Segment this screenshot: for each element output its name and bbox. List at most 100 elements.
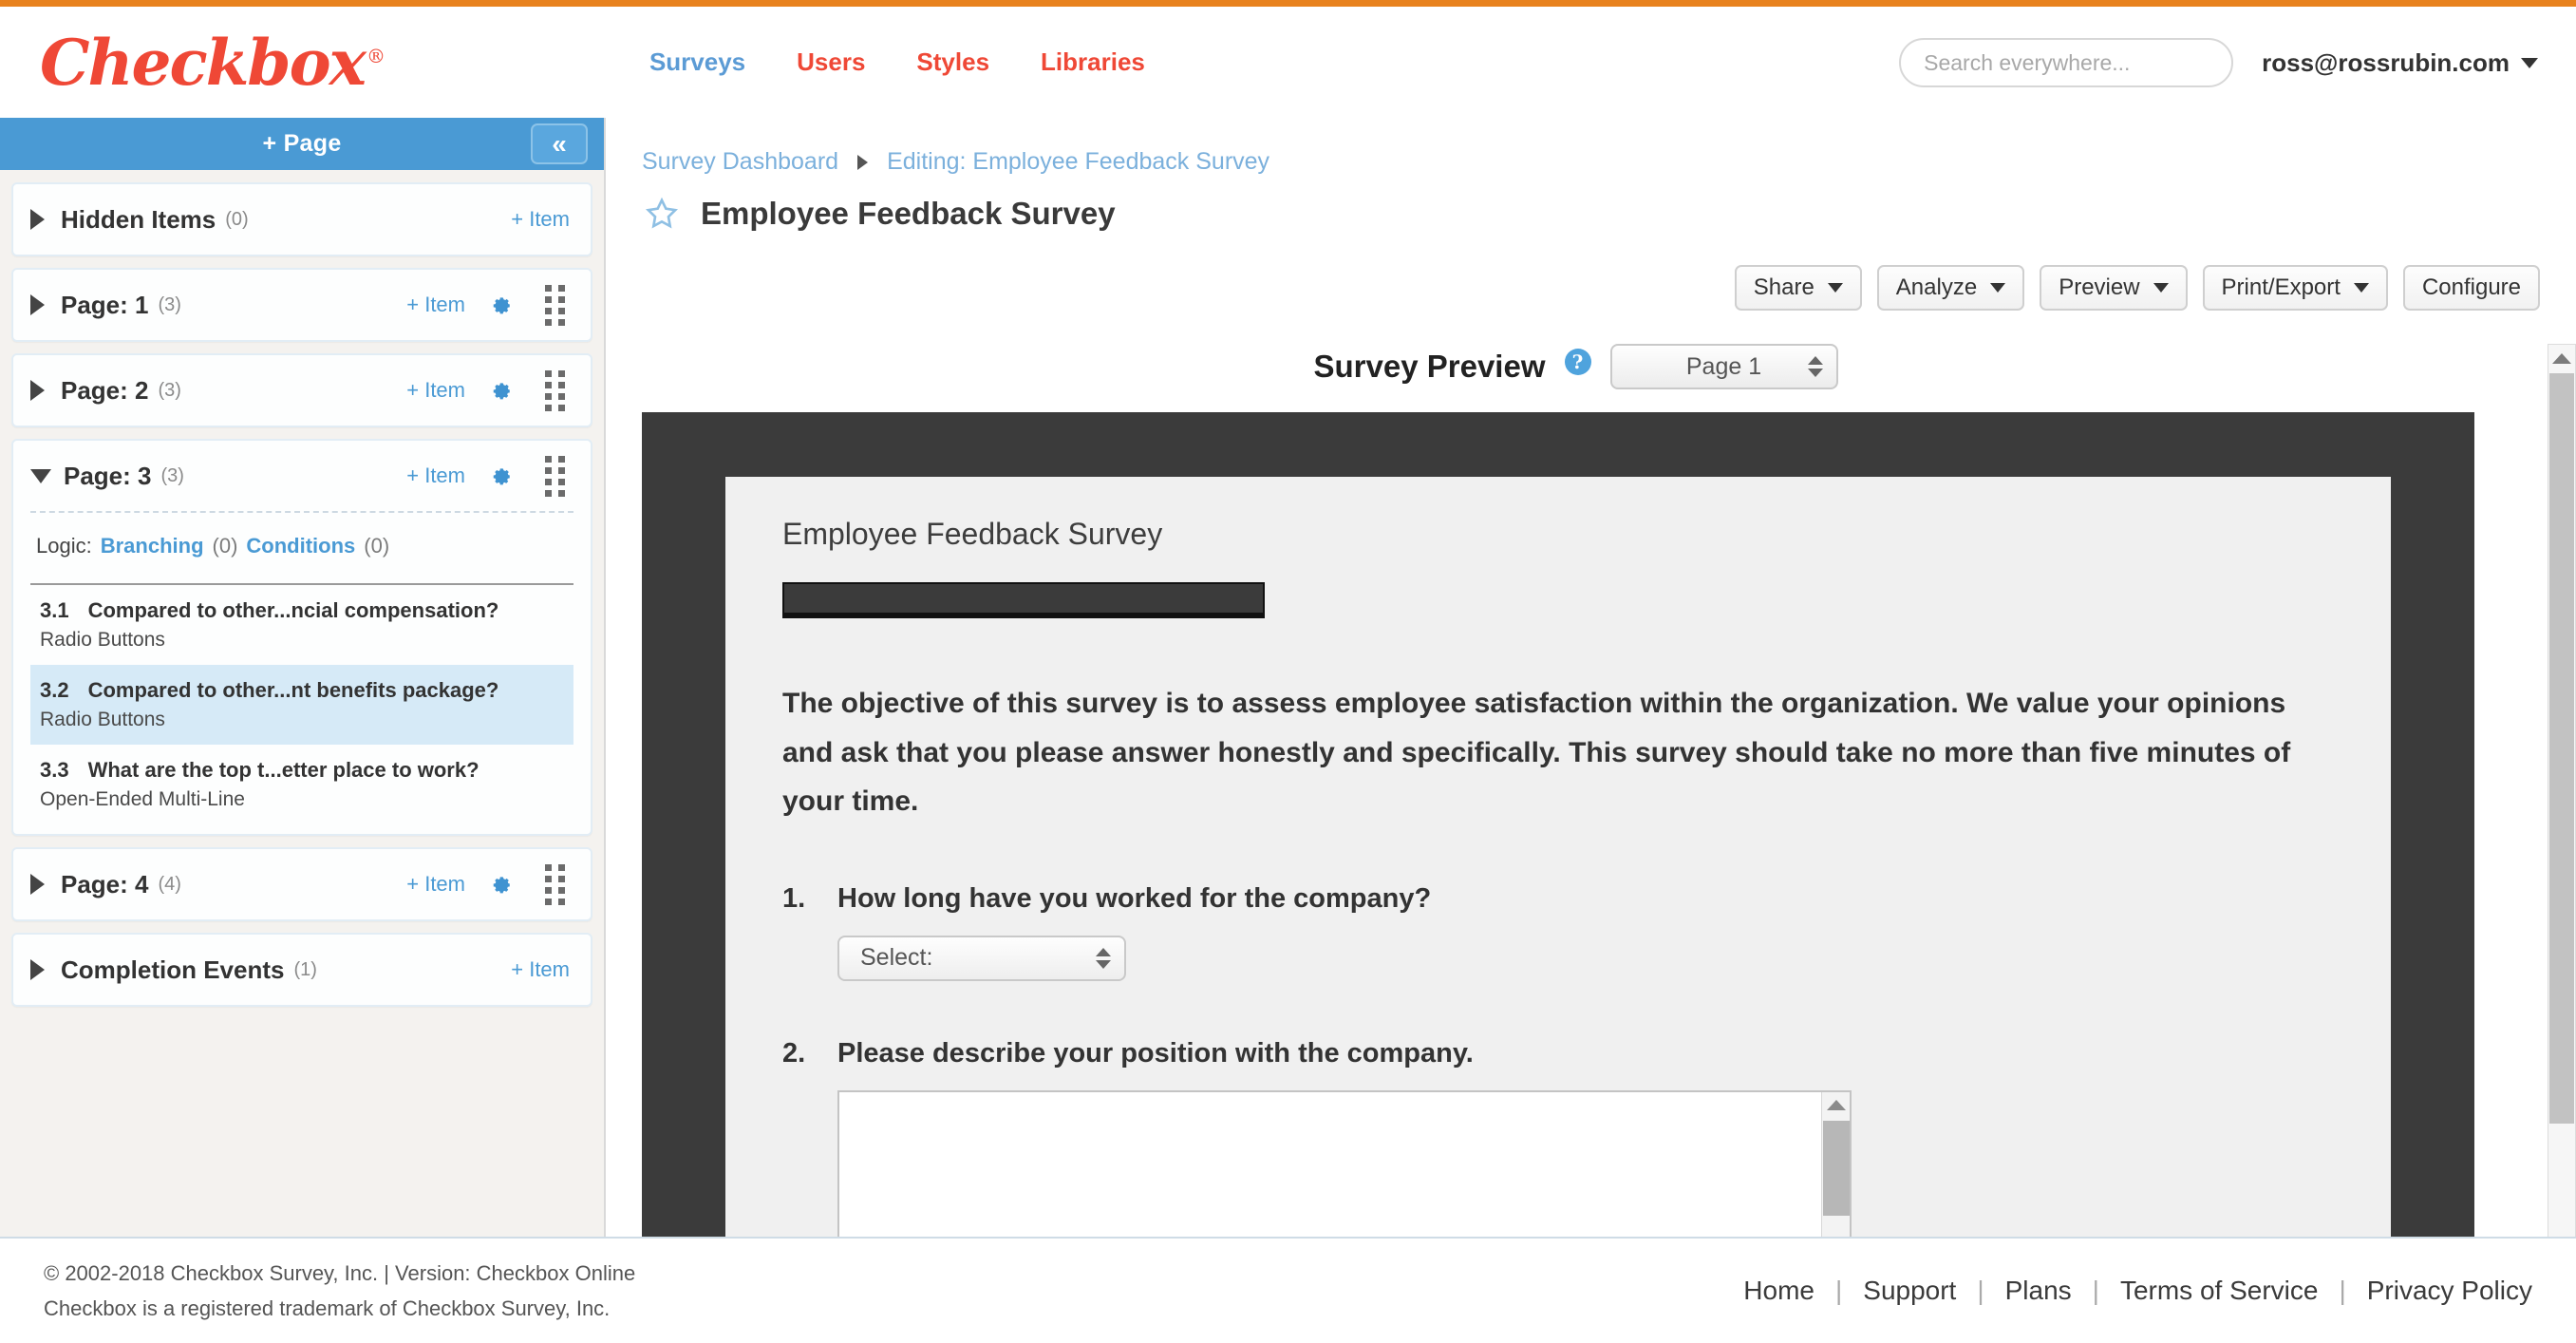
question-text: Please describe your position with the c… (837, 1037, 1474, 1069)
drag-handle-icon[interactable] (545, 369, 570, 411)
nav-item-surveys[interactable]: Surveys (649, 47, 745, 77)
breadcrumb-survey-dashboard[interactable]: Survey Dashboard (642, 148, 838, 176)
sidebar-card-page-1[interactable]: Page: 1 (3) + Item (11, 268, 592, 342)
card-header[interactable]: Page: 3 (3) + Item (13, 441, 591, 511)
scroll-up-arrow-icon[interactable] (1826, 1099, 1846, 1110)
preview-button[interactable]: Preview (2040, 265, 2188, 311)
search-box[interactable] (1899, 38, 2234, 87)
conditions-count: (0) (364, 534, 390, 558)
footer-link-support[interactable]: Support (1863, 1276, 1956, 1306)
analyze-button[interactable]: Analyze (1876, 265, 2025, 311)
question-type: Open-Ended Multi-Line (40, 788, 245, 810)
question-type: Radio Buttons (40, 709, 165, 730)
nav-item-users[interactable]: Users (797, 47, 865, 77)
gear-icon[interactable] (488, 872, 513, 897)
expand-triangle-icon[interactable] (30, 294, 45, 315)
page-selector[interactable]: Page 1 (1609, 344, 1838, 389)
card-count: (3) (158, 379, 181, 401)
configure-label: Configure (2421, 274, 2521, 300)
double-chevron-left-icon: « (552, 128, 566, 159)
add-item-button[interactable]: + Item (511, 957, 570, 982)
configure-button[interactable]: Configure (2402, 265, 2540, 311)
add-item-button[interactable]: + Item (406, 293, 465, 317)
sidebar-list: Hidden Items (0) + Item Page: 1 (3) + It… (0, 170, 604, 1240)
gear-icon[interactable] (488, 293, 513, 317)
preview-header: Survey Preview ? Page 1 (642, 344, 2510, 412)
footer-trademark: Checkbox is a registered trademark of Ch… (44, 1296, 611, 1320)
sidebar: + Page « Hidden Items (0) + Item Page: 1… (0, 118, 606, 1240)
sidebar-card-page-4[interactable]: Page: 4 (4) + Item (11, 847, 592, 921)
preview-scrollbar[interactable] (2548, 344, 2576, 1315)
drag-handle-icon[interactable] (545, 863, 570, 905)
star-icon[interactable] (642, 195, 682, 233)
add-page-button[interactable]: + Page (262, 130, 341, 158)
scrollbar-thumb[interactable] (2549, 373, 2574, 1124)
card-header[interactable]: Hidden Items (0) + Item (13, 184, 591, 255)
card-header[interactable]: Page: 2 (3) + Item (13, 355, 591, 426)
drag-handle-icon[interactable] (545, 284, 570, 326)
footer-link-terms[interactable]: Terms of Service (2120, 1276, 2319, 1306)
tenure-select[interactable]: Select: (837, 935, 1126, 981)
footer-link-home[interactable]: Home (1743, 1276, 1814, 1306)
scrollbar-thumb[interactable] (1823, 1120, 1850, 1216)
add-item-button[interactable]: + Item (406, 378, 465, 403)
expand-triangle-icon[interactable] (30, 380, 45, 401)
separator: | (2339, 1276, 2346, 1305)
scroll-up-arrow-icon[interactable] (2552, 353, 2571, 364)
add-item-button[interactable]: + Item (406, 872, 465, 897)
add-item-button[interactable]: + Item (406, 463, 465, 488)
expand-triangle-icon[interactable] (30, 209, 45, 230)
footer-link-privacy[interactable]: Privacy Policy (2367, 1276, 2532, 1306)
help-icon[interactable]: ? (1564, 349, 1591, 375)
app-footer: © 2002-2018 Checkbox Survey, Inc. | Vers… (0, 1237, 2576, 1343)
search-input[interactable] (1924, 49, 2209, 76)
main-nav: Surveys Users Styles Libraries (649, 47, 1145, 77)
page-title: Employee Feedback Survey (701, 196, 1116, 231)
card-count: (1) (293, 958, 317, 980)
sidebar-card-page-3[interactable]: Page: 3 (3) + Item Logic: Branching (0) … (11, 439, 592, 836)
expand-triangle-icon[interactable] (30, 959, 45, 980)
separator: | (2092, 1276, 2099, 1305)
expand-triangle-icon[interactable] (30, 874, 45, 895)
sidebar-card-completion-events[interactable]: Completion Events (1) + Item (11, 933, 592, 1007)
breadcrumb-separator-icon (857, 154, 869, 170)
card-header[interactable]: Page: 1 (3) + Item (13, 270, 591, 340)
sidebar-card-hidden-items[interactable]: Hidden Items (0) + Item (11, 182, 592, 256)
separator: | (1834, 1276, 1843, 1305)
survey-toolbar: Share Analyze Preview Print/Export Confi… (1734, 265, 2540, 311)
question-line: 3.2 Compared to other...nt benefits pack… (40, 678, 564, 703)
title-row: Employee Feedback Survey (606, 176, 2576, 233)
list-item[interactable]: 3.2 Compared to other...nt benefits pack… (30, 665, 573, 745)
preview-label: Preview (2059, 274, 2140, 300)
separator: | (1977, 1276, 1984, 1305)
share-button[interactable]: Share (1734, 265, 1862, 311)
sidebar-header: + Page « (0, 118, 604, 170)
account-menu[interactable]: ross@rossrubin.com (2262, 48, 2538, 78)
progress-bar (782, 582, 1265, 618)
preview-intro-text: The objective of this survey is to asses… (782, 688, 2291, 818)
list-item[interactable]: 3.1 Compared to other...ncial compensati… (30, 585, 573, 665)
print-export-button[interactable]: Print/Export (2202, 265, 2388, 311)
sidebar-card-page-2[interactable]: Page: 2 (3) + Item (11, 353, 592, 427)
gear-icon[interactable] (488, 378, 513, 403)
conditions-link[interactable]: Conditions (246, 534, 355, 558)
card-count: (3) (160, 464, 184, 486)
question-number: 3.3 (40, 758, 69, 782)
nav-item-styles[interactable]: Styles (916, 47, 989, 77)
list-item[interactable]: 3.3 What are the top t...etter place to … (30, 745, 573, 824)
breadcrumb-current[interactable]: Editing: Employee Feedback Survey (887, 148, 1269, 176)
branching-link[interactable]: Branching (101, 534, 204, 558)
drag-handle-icon[interactable] (545, 455, 570, 497)
gear-icon[interactable] (488, 463, 513, 488)
collapse-sidebar-button[interactable]: « (531, 123, 588, 164)
footer-link-plans[interactable]: Plans (2005, 1276, 2072, 1306)
card-body: Logic: Branching (0) Conditions (0) 3.1 … (13, 511, 591, 834)
add-item-button[interactable]: + Item (511, 207, 570, 232)
card-title: Page: 3 (64, 461, 152, 490)
collapse-triangle-icon[interactable] (30, 468, 51, 483)
card-header[interactable]: Completion Events (1) + Item (13, 935, 591, 1005)
preview-survey-title: Employee Feedback Survey (782, 517, 1163, 551)
checkbox-logo[interactable]: Checkbox ® (40, 31, 385, 94)
card-header[interactable]: Page: 4 (4) + Item (13, 849, 591, 919)
nav-item-libraries[interactable]: Libraries (1041, 47, 1145, 77)
